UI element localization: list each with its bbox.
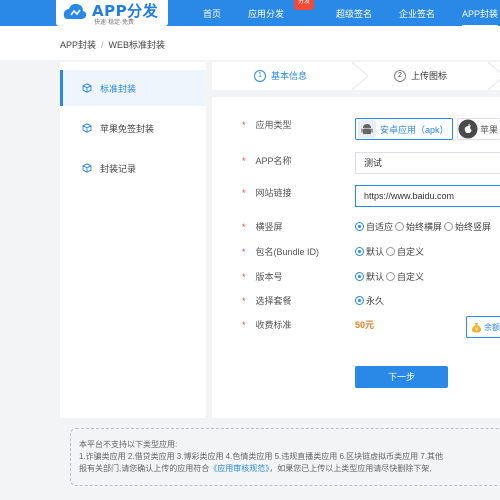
top-nav-bar: APP分发 快速·稳定·免费 首页 应用分发 分发 超级签名 企业签名 APP封… bbox=[0, 0, 500, 27]
balance-button[interactable]: ¥ 余额 bbox=[466, 316, 500, 338]
breadcrumb: APP封装 / WEB标准封装 bbox=[60, 38, 165, 51]
sidebar-item-label: 苹果免签封装 bbox=[100, 123, 155, 134]
fee-label: * 收费标准 bbox=[242, 320, 292, 330]
step-label: 基本信息 bbox=[271, 71, 308, 81]
cube-icon bbox=[82, 83, 92, 93]
breadcrumb-bar: APP封装 / WEB标准封装 bbox=[0, 26, 500, 60]
logo-cloud-icon bbox=[63, 3, 87, 19]
radio-dot bbox=[355, 247, 364, 256]
sidebar-item-apple-free-package[interactable]: 苹果免签封装 bbox=[60, 110, 206, 146]
required-mark: * bbox=[242, 120, 246, 130]
breadcrumb-separator: / bbox=[101, 40, 104, 50]
sidebar-item-package-records[interactable]: 封装记录 bbox=[60, 150, 206, 186]
nav-enterprise-sign[interactable]: 企业签名 bbox=[399, 7, 435, 20]
package-permanent-radio[interactable]: 永久 bbox=[355, 294, 384, 307]
android-option-label: 安卓应用（apk） bbox=[380, 124, 449, 135]
sidebar-item-standard-package[interactable]: 标准封装 bbox=[60, 70, 206, 106]
orientation-radio-group: 自适应 始终横屏 始终竖屏 bbox=[355, 220, 493, 233]
breadcrumb-current: WEB标准封装 bbox=[108, 40, 166, 50]
restriction-notice: 本平台不支持以下类型应用: 1.诈骗类应用 2.借贷类应用 3.博彩类应用 4.… bbox=[70, 428, 500, 486]
cube-icon bbox=[82, 163, 92, 173]
hot-badge: 分发 bbox=[294, 0, 314, 10]
fee-value: 50元 bbox=[355, 320, 375, 330]
breadcrumb-parent[interactable]: APP封装 bbox=[60, 40, 96, 50]
notice-line-1: 1.诈骗类应用 2.借贷类应用 3.博彩类应用 4.色情类应用 5.违规直播类应… bbox=[79, 452, 444, 461]
logo[interactable]: APP分发 快速·稳定·免费 bbox=[56, 0, 168, 26]
version-label: * 版本号 bbox=[242, 272, 283, 282]
version-custom-radio[interactable]: 自定义 bbox=[386, 270, 424, 283]
radio-dot bbox=[444, 222, 454, 231]
next-step-button[interactable]: 下一步 bbox=[355, 366, 448, 388]
review-guidelines-link[interactable]: 《应用审核规范》 bbox=[209, 464, 269, 473]
nav-app-package[interactable]: APP封装 bbox=[462, 7, 499, 27]
apple-icon bbox=[458, 119, 478, 139]
orientation-label: * 横竖屏 bbox=[242, 222, 283, 232]
orientation-portrait-radio[interactable]: 始终竖屏 bbox=[444, 220, 491, 233]
apple-option-label: 苹果 bbox=[480, 124, 499, 135]
orientation-landscape-radio[interactable]: 始终横屏 bbox=[395, 220, 442, 233]
radio-dot bbox=[395, 222, 405, 231]
nav-home[interactable]: 首页 bbox=[203, 7, 221, 20]
step-upload-icon: 2 上传图标 bbox=[394, 69, 447, 82]
app-name-label: * APP名称 bbox=[242, 156, 292, 166]
balance-label: 余额 bbox=[484, 322, 500, 332]
nav-app-distribution[interactable]: 应用分发 bbox=[248, 7, 284, 20]
bundle-id-radio-group: 默认 自定义 bbox=[355, 245, 426, 258]
app-name-input[interactable]: 测试 bbox=[355, 152, 500, 174]
radio-dot bbox=[355, 272, 364, 281]
svg-text:¥: ¥ bbox=[475, 327, 478, 333]
package-radio-group: 永久 bbox=[355, 294, 386, 307]
sidebar: 标准封装 苹果免签封装 封装记录 bbox=[60, 62, 206, 418]
sidebar-item-label: 封装记录 bbox=[100, 163, 137, 174]
step-basic-info: 1 基本信息 bbox=[254, 69, 307, 82]
bundle-id-default-radio[interactable]: 默认 bbox=[355, 245, 384, 258]
radio-dot bbox=[355, 222, 364, 231]
step-indicator: 1 基本信息 2 上传图标 bbox=[212, 62, 500, 90]
version-default-radio[interactable]: 默认 bbox=[355, 270, 384, 283]
sidebar-item-label: 标准封装 bbox=[100, 83, 137, 94]
logo-tagline: 快速·稳定·免费 bbox=[94, 20, 134, 26]
step-number: 1 bbox=[254, 69, 266, 82]
android-app-option[interactable]: 安卓应用（apk） bbox=[355, 118, 453, 140]
money-bag-icon: ¥ bbox=[472, 322, 481, 333]
radio-dot bbox=[386, 247, 396, 256]
bundle-id-custom-radio[interactable]: 自定义 bbox=[386, 245, 424, 258]
notice-title: 本平台不支持以下类型应用: bbox=[79, 440, 178, 449]
notice-line-2: 报有关部门,请您确认上传的应用符合《应用审核规范》，如果您已上传以上类型应用请尽… bbox=[79, 464, 432, 473]
android-icon bbox=[358, 120, 376, 138]
package-label: * 选择套餐 bbox=[242, 296, 292, 306]
step-number: 2 bbox=[394, 69, 406, 82]
bundle-id-label: * 包名(Bundle ID) bbox=[242, 247, 320, 257]
nav-super-sign[interactable]: 超级签名 bbox=[336, 7, 372, 20]
app-type-label: * 应用类型 bbox=[242, 120, 292, 130]
website-url-input[interactable]: https://www.baidu.com bbox=[355, 185, 500, 207]
radio-dot bbox=[386, 272, 396, 281]
website-label: * 网站链接 bbox=[242, 188, 292, 198]
step-label: 上传图标 bbox=[411, 71, 448, 81]
radio-dot bbox=[355, 296, 364, 305]
version-radio-group: 默认 自定义 bbox=[355, 270, 426, 283]
orientation-auto-radio[interactable]: 自适应 bbox=[355, 220, 393, 233]
apple-app-option[interactable]: 苹果 bbox=[457, 118, 500, 140]
cube-icon bbox=[82, 123, 92, 133]
